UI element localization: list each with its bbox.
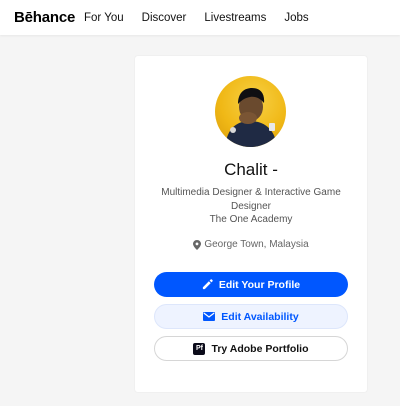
profile-name: Chalit - — [224, 160, 278, 179]
avatar-image — [225, 88, 277, 147]
profile-occupation: Multimedia Designer & Interactive Game D… — [161, 187, 341, 212]
location-pin-icon — [193, 239, 202, 250]
edit-profile-button[interactable]: Edit Your Profile — [154, 272, 348, 297]
main-nav: For You Discover Livestreams Jobs — [84, 12, 327, 24]
profile-card: Chalit - Multimedia Designer & Interacti… — [135, 56, 367, 392]
edit-profile-label: Edit Your Profile — [218, 278, 301, 291]
nav-jobs[interactable]: Jobs — [284, 12, 308, 24]
location-text: George Town, Malaysia — [204, 239, 309, 250]
try-adobe-portfolio-label: Try Adobe Portfolio — [211, 342, 309, 355]
edit-availability-button[interactable]: Edit Availability — [154, 304, 348, 329]
adobe-portfolio-icon: Pf — [193, 342, 206, 355]
nav-discover[interactable]: Discover — [142, 12, 187, 24]
profile-location: George Town, Malaysia — [135, 239, 367, 250]
profile-school: The One Academy — [209, 214, 293, 225]
nav-livestreams[interactable]: Livestreams — [204, 12, 266, 24]
nav-for-you[interactable]: For You — [84, 12, 124, 24]
try-adobe-portfolio-button[interactable]: Pf Try Adobe Portfolio — [154, 336, 348, 361]
edit-availability-label: Edit Availability — [221, 310, 299, 323]
pencil-icon — [202, 279, 213, 290]
mail-icon — [203, 312, 216, 321]
top-navigation-bar: Bēhance For You Discover Livestreams Job… — [0, 0, 400, 35]
avatar[interactable] — [215, 76, 286, 147]
behance-logo[interactable]: Bēhance — [14, 9, 75, 26]
